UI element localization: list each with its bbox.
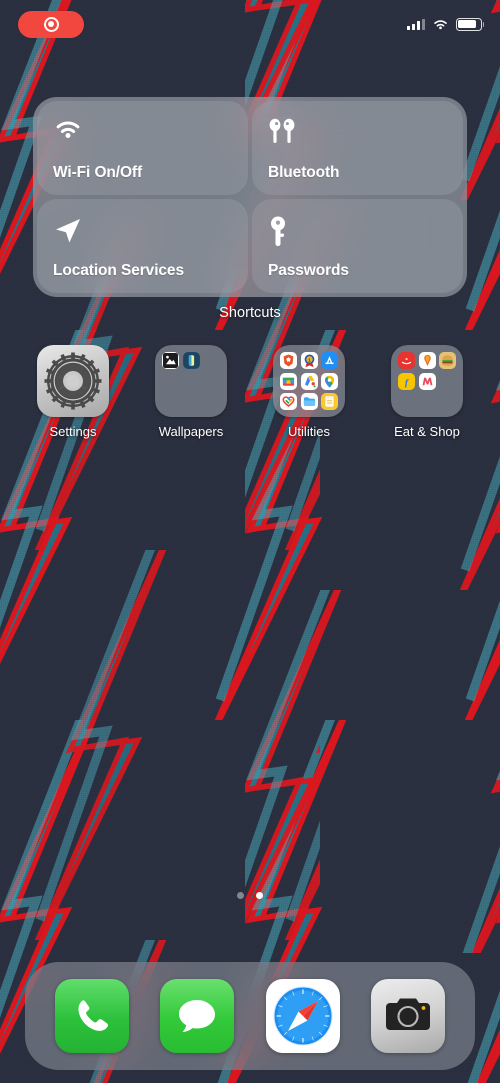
- dock: [25, 962, 475, 1070]
- key-icon: [268, 216, 447, 250]
- settings-icon-box[interactable]: [37, 345, 109, 417]
- widget-tile-label: Passwords: [268, 262, 349, 279]
- app-label: Eat & Shop: [394, 424, 460, 439]
- app-grid: Settings Wallpapers 1 Utilities a f Eat …: [0, 345, 500, 439]
- page-dot-active[interactable]: [256, 892, 263, 899]
- dock-app-safari[interactable]: [265, 979, 340, 1053]
- shortcuts-widget[interactable]: Wi-Fi On/Off Bluetooth Location Services…: [33, 97, 467, 321]
- dock-app-messages[interactable]: [160, 979, 235, 1053]
- location-arrow-icon: [53, 216, 232, 250]
- eat-shop-folder-box[interactable]: a f: [391, 345, 463, 417]
- airpods-icon: [268, 118, 447, 152]
- mini-icon-app-store: [321, 352, 338, 369]
- folder-grid: [155, 345, 227, 417]
- mini-icon-badge-app: 1: [300, 352, 318, 369]
- dock-app-camera[interactable]: [371, 979, 446, 1053]
- folder-grid: 1: [273, 345, 345, 417]
- folder-utilities[interactable]: 1 Utilities: [250, 345, 368, 439]
- folder-eat-and-shop[interactable]: a f Eat & Shop: [368, 345, 486, 439]
- widget-tile-passwords[interactable]: Passwords: [252, 199, 463, 293]
- wallpapers-folder-box[interactable]: [155, 345, 227, 417]
- compass-icon: [266, 979, 340, 1053]
- widget-tile-wifi[interactable]: Wi-Fi On/Off: [37, 101, 248, 195]
- record-dot-icon: [48, 21, 54, 27]
- app-label: Utilities: [288, 424, 330, 439]
- mini-icon-amazon-app: a: [398, 352, 415, 369]
- widget-tile-label: Location Services: [53, 262, 184, 279]
- phone-icon: [55, 979, 129, 1053]
- home-screen: Wi-Fi On/Off Bluetooth Location Services…: [0, 0, 500, 1083]
- mini-icon-google-drive: [300, 372, 318, 390]
- widget-tiles: Wi-Fi On/Off Bluetooth Location Services…: [33, 97, 467, 297]
- widget-tile-label: Bluetooth: [268, 164, 340, 181]
- settings-gear-icon: [37, 345, 109, 417]
- mini-icon-notes-app: [321, 393, 338, 410]
- wifi-icon: [434, 19, 447, 29]
- dock-app-phone[interactable]: [54, 979, 129, 1053]
- widget-title: Shortcuts: [219, 305, 281, 321]
- status-bar: [0, 0, 500, 48]
- mini-icon-files-app: [300, 393, 318, 410]
- message-icon: [160, 979, 234, 1053]
- cellular-signal-icon: [407, 18, 425, 30]
- app-label: Wallpapers: [158, 424, 224, 439]
- page-dot[interactable]: [237, 892, 244, 899]
- mini-icon-wallpaper-app: [182, 352, 200, 369]
- app-label: Settings: [49, 424, 97, 439]
- mini-icon-burger-app: [439, 352, 456, 369]
- utilities-folder-box[interactable]: 1: [273, 345, 345, 417]
- mini-icon-photo-app: [162, 352, 179, 369]
- widget-tile-bluetooth[interactable]: Bluetooth: [252, 101, 463, 195]
- status-bar-right: [407, 17, 485, 31]
- wifi-icon: [53, 118, 232, 152]
- widget-tile-label: Wi-Fi On/Off: [53, 164, 143, 181]
- app-settings[interactable]: Settings: [14, 345, 132, 439]
- camera-icon: [371, 979, 445, 1053]
- folder-grid: a f: [391, 345, 463, 417]
- mini-icon-brave-browser: [280, 352, 297, 369]
- mini-icon-zomato-app: [418, 352, 436, 369]
- mini-icon-myntra-app: [418, 372, 436, 390]
- mini-icon-google-fit: [280, 393, 297, 410]
- record-circle-icon: [43, 16, 59, 32]
- folder-wallpapers[interactable]: Wallpapers: [132, 345, 250, 439]
- mini-icon-flipkart-app: f: [398, 372, 415, 390]
- mini-icon-google-maps: [321, 372, 338, 390]
- page-indicator[interactable]: [0, 892, 500, 899]
- recording-indicator[interactable]: [18, 10, 84, 38]
- mini-icon-google-photos: [280, 372, 297, 390]
- widget-tile-location[interactable]: Location Services: [37, 199, 248, 293]
- battery-icon: [456, 17, 485, 31]
